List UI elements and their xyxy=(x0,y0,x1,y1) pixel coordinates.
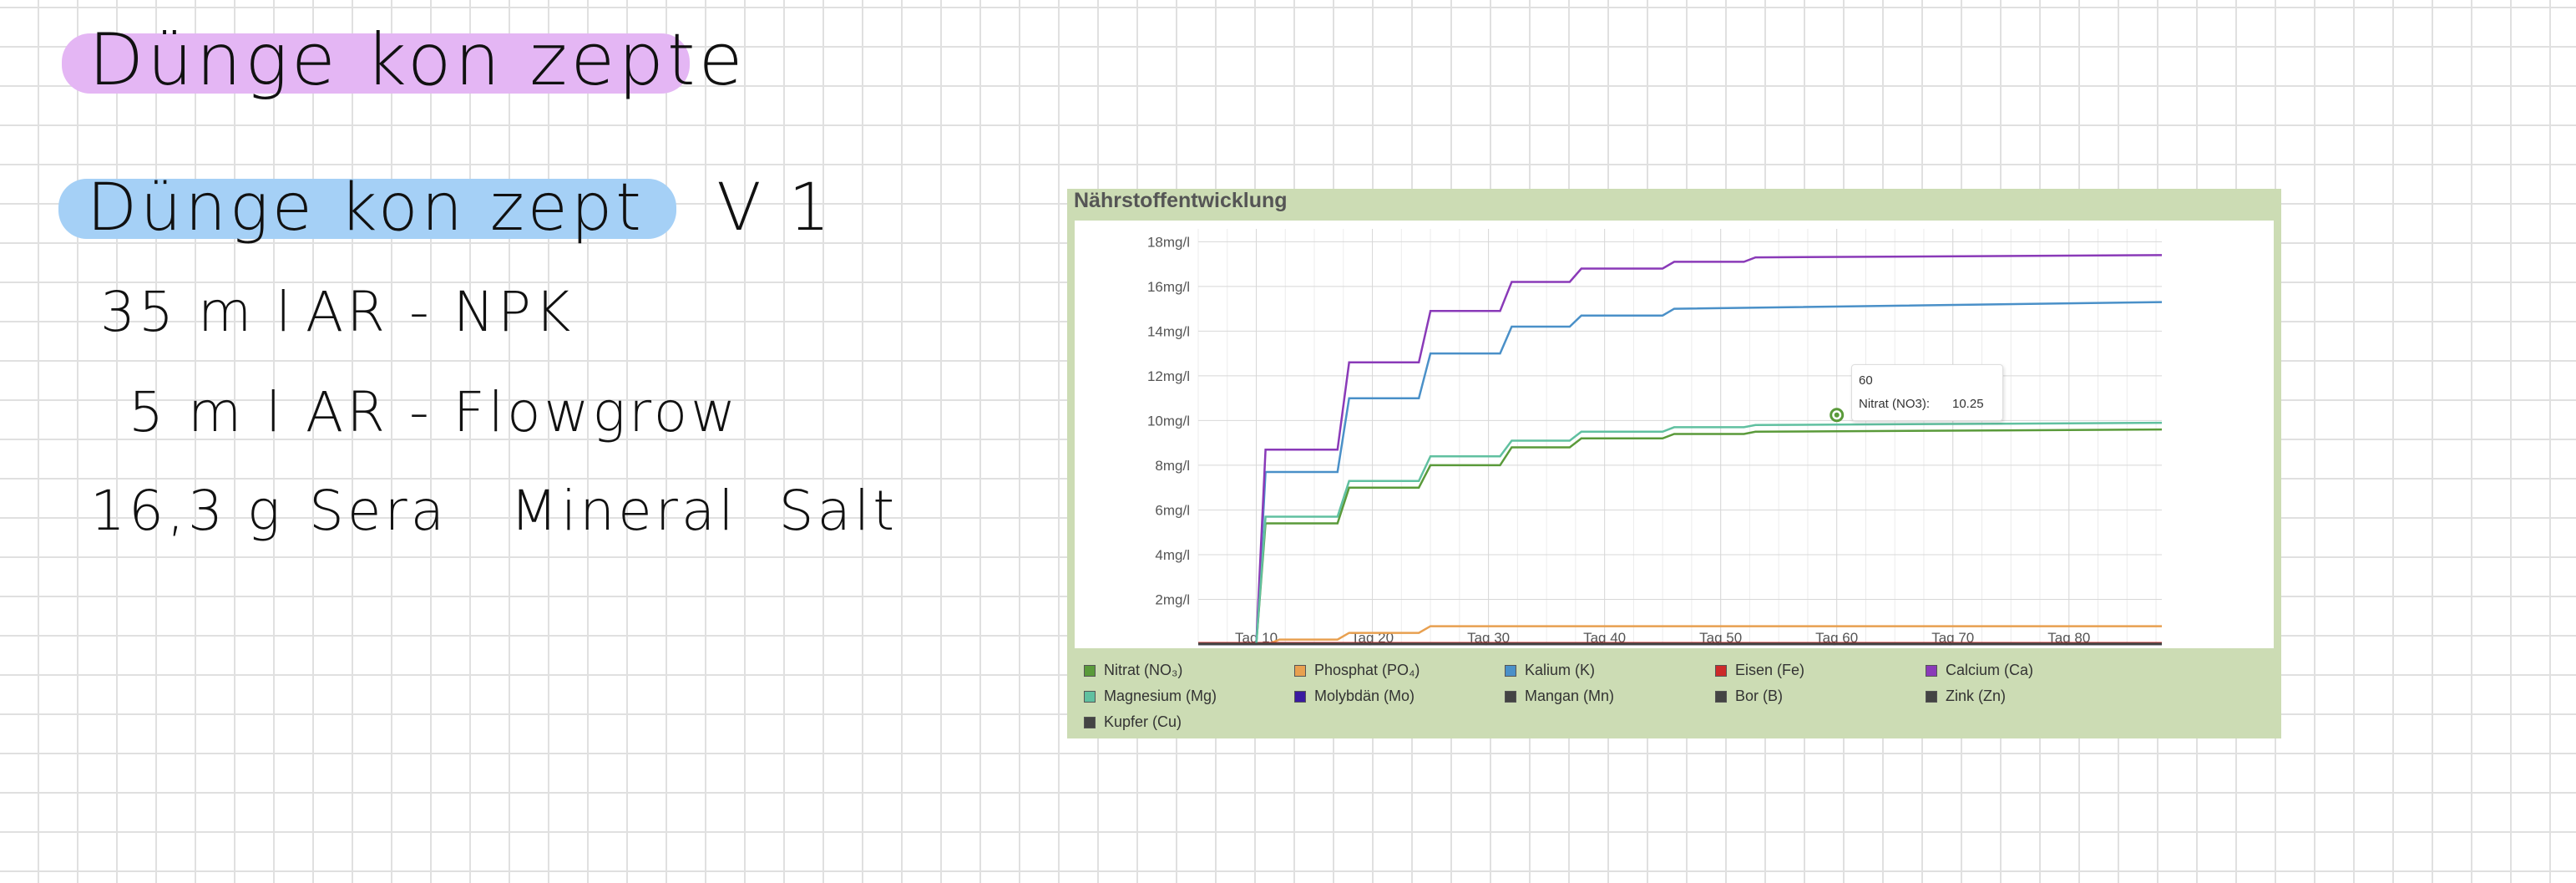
dose-amount: 16,3 g xyxy=(90,479,284,543)
nutrient-line-chart[interactable]: 2mg/l 4mg/l 6mg/l 8mg/l 10mg/l 12mg/l 14mg/l 16… xyxy=(1076,222,2272,647)
page-title: Dünge kon zepte xyxy=(89,18,746,102)
y-tick-label: 16mg/l xyxy=(1147,279,1190,295)
series-line xyxy=(1198,254,2163,646)
legend-swatch xyxy=(1715,690,1727,703)
legend-label: Nitrat (NO₃) xyxy=(1104,662,1183,678)
y-tick-label: 4mg/l xyxy=(1155,547,1190,563)
legend-label: Eisen (Fe) xyxy=(1735,662,1805,678)
legend-label: Bor (B) xyxy=(1735,688,1784,704)
chart-tooltip: 60 Nitrat (NO3): 10.25 xyxy=(1851,364,2003,421)
legend-item[interactable]: Eisen (Fe) xyxy=(1715,662,1804,679)
legend-label: Molybdän (Mo) xyxy=(1314,688,1415,704)
legend-item[interactable]: Calcium (Ca) xyxy=(1926,662,2033,679)
chart-plot-area[interactable]: 2mg/l 4mg/l 6mg/l 8mg/l 10mg/l 12mg/l 14mg/l 16… xyxy=(1075,221,2274,648)
chart-title: Nährstoffentwicklung xyxy=(1074,189,1288,212)
dose-product: AR - NPK xyxy=(306,280,574,344)
y-tick-label: 14mg/l xyxy=(1147,323,1190,339)
legend-item[interactable]: Bor (B) xyxy=(1715,688,1783,705)
y-tick-label: 8mg/l xyxy=(1155,458,1190,474)
legend-item[interactable]: Phosphat (PO₄) xyxy=(1294,662,1420,679)
legend-swatch xyxy=(1505,664,1516,677)
nutrient-chart-panel: Nährstoffentwicklung 2mg/l 4mg/l 6mg/l 8mg/… xyxy=(1067,189,2281,738)
legend-label: Kalium (K) xyxy=(1525,662,1596,678)
y-tick-label: 12mg/l xyxy=(1147,368,1190,384)
tooltip-series-name: Nitrat (NO3): xyxy=(1859,397,1931,411)
highlight-point-core xyxy=(1834,412,1840,418)
legend-swatch xyxy=(1926,690,1937,703)
legend-label: Mangan (Mn) xyxy=(1525,688,1615,704)
legend-item[interactable]: Kalium (K) xyxy=(1505,662,1595,679)
series-line xyxy=(1198,625,2162,646)
dose-product: AR - Flowgrow xyxy=(306,380,740,444)
legend-label: Phosphat (PO₄) xyxy=(1314,662,1420,678)
legend-item[interactable]: Nitrat (NO₃) xyxy=(1084,662,1182,679)
legend-swatch xyxy=(1084,716,1096,728)
legend-swatch xyxy=(1084,664,1096,677)
legend-swatch xyxy=(1715,664,1727,677)
dose-amount: 5 m l xyxy=(129,380,285,444)
legend-item[interactable]: Molybdän (Mo) xyxy=(1294,688,1415,705)
legend-item[interactable]: Magnesium (Mg) xyxy=(1084,688,1217,705)
series-line xyxy=(1198,301,2163,646)
dose-product: Sera Mineral Salt xyxy=(309,479,898,543)
legend-swatch xyxy=(1926,664,1937,677)
legend-swatch xyxy=(1294,664,1306,677)
tooltip-x-label: 60 xyxy=(1859,373,1873,388)
concept-heading: Dünge kon zept V 1 xyxy=(87,170,834,246)
legend-item[interactable]: Kupfer (Cu) xyxy=(1084,713,1182,731)
legend-label: Magnesium (Mg) xyxy=(1104,688,1217,704)
tooltip-value: 10.25 xyxy=(1952,397,1984,411)
dose-amount: 35 m l xyxy=(100,280,295,344)
y-tick-label: 2mg/l xyxy=(1155,591,1190,607)
legend-label: Calcium (Ca) xyxy=(1946,662,2034,678)
y-tick-label: 6mg/l xyxy=(1155,502,1190,518)
legend-item[interactable]: Zink (Zn) xyxy=(1926,688,2006,705)
y-tick-label: 10mg/l xyxy=(1147,413,1190,429)
y-tick-label: 18mg/l xyxy=(1147,234,1190,250)
legend-swatch xyxy=(1505,690,1516,703)
legend-swatch xyxy=(1084,690,1096,703)
legend-label: Zink (Zn) xyxy=(1946,688,2006,704)
series-line xyxy=(1198,421,2163,646)
legend-label: Kupfer (Cu) xyxy=(1104,713,1182,730)
series-line xyxy=(1198,428,2163,646)
legend-swatch xyxy=(1294,690,1306,703)
legend-item[interactable]: Mangan (Mn) xyxy=(1505,688,1614,705)
